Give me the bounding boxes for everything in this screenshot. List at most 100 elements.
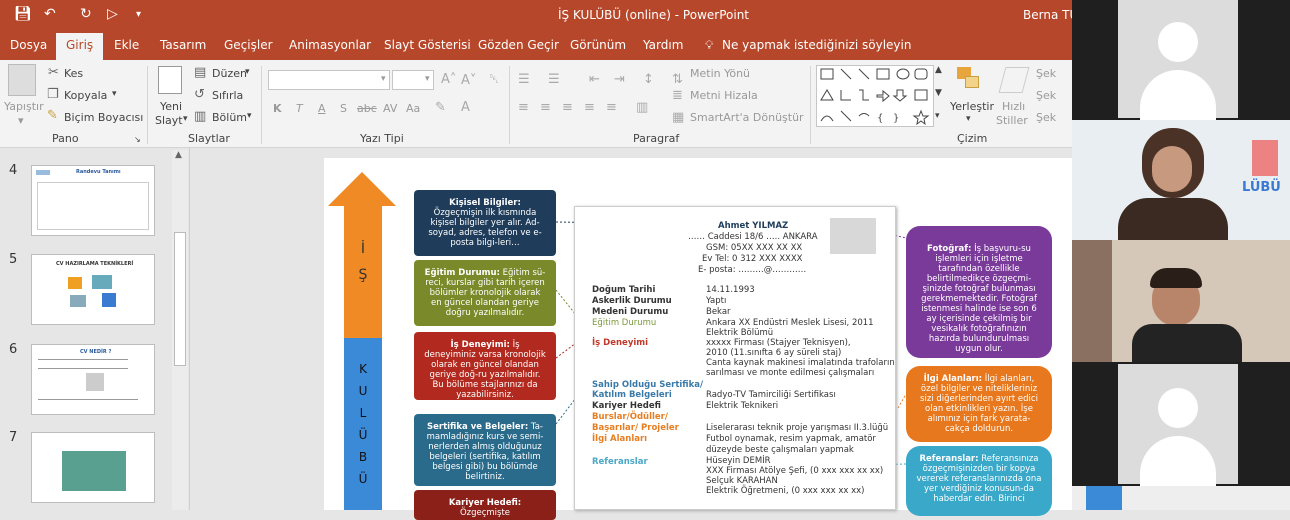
redo-icon[interactable]: ↻: [80, 6, 92, 22]
pill-egitim-durumu[interactable]: Eğitim Durumu: Eğitim sü-reci, kurslar g…: [414, 260, 556, 326]
arrange-button[interactable]: Yerleştir: [950, 100, 994, 113]
reset-button[interactable]: Sıfırla: [212, 89, 243, 102]
shapes-scroll-down-icon[interactable]: ▼: [935, 88, 942, 98]
tab-giris[interactable]: Giriş: [56, 33, 104, 60]
copy-dropdown-icon[interactable]: ▾: [112, 89, 117, 99]
format-painter-button[interactable]: Biçim Boyacısı: [64, 111, 143, 124]
align-right-icon[interactable]: ≡: [562, 100, 573, 115]
text-direction-button[interactable]: Metin Yönü: [690, 67, 750, 80]
scroll-thumb[interactable]: [174, 232, 186, 366]
align-center-icon[interactable]: ≡: [540, 100, 551, 115]
shrink-font-icon[interactable]: A˅: [461, 73, 476, 88]
grow-font-icon[interactable]: A˄: [441, 72, 456, 87]
smartart-button[interactable]: SmartArt'a Dönüştür: [690, 111, 804, 124]
pill-fotograf[interactable]: Fotoğraf: İş başvuru-su işlemleri için i…: [906, 226, 1052, 358]
pano-launcher-icon[interactable]: ↘: [134, 135, 141, 144]
section-button[interactable]: Bölüm: [212, 111, 247, 124]
justify-icon[interactable]: ≡: [584, 100, 595, 115]
pill-kariyer-hedefi[interactable]: Kariyer Hedefi: Özgeçmişte: [414, 490, 556, 520]
slide-thumbnail-7[interactable]: [31, 432, 155, 503]
align-left-icon[interactable]: ≡: [518, 100, 529, 115]
bold-button[interactable]: K: [273, 102, 282, 115]
tab-slayt-gosterisi[interactable]: Slayt Gösterisi: [384, 38, 471, 52]
save-icon[interactable]: 💾︎: [14, 6, 32, 22]
slide[interactable]: İ Ş K U L Ü B Ü Kişisel Bilgiler: Özgeçm…: [324, 158, 1072, 520]
pill-kisisel-bilgiler[interactable]: Kişisel Bilgiler: Özgeçmişin ilk kısmınd…: [414, 190, 556, 256]
tab-ekle[interactable]: Ekle: [114, 38, 139, 52]
paste-dropdown-icon[interactable]: ▾: [18, 114, 24, 127]
tab-gorunum[interactable]: Görünüm: [570, 38, 626, 52]
paste-button[interactable]: Yapıştır: [4, 100, 44, 113]
distribute-icon[interactable]: ≡: [606, 100, 617, 115]
strikethrough-button[interactable]: abc: [357, 102, 377, 115]
present-icon[interactable]: ▷: [107, 6, 118, 22]
italic-button[interactable]: T: [296, 102, 303, 115]
underline-button[interactable]: A: [318, 102, 326, 115]
layout-button[interactable]: Düzen: [212, 67, 247, 80]
copy-button[interactable]: Kopyala: [64, 89, 107, 102]
align-text-button[interactable]: Metni Hizala: [690, 89, 758, 102]
tab-gozden-gecir[interactable]: Gözden Geçir: [478, 38, 559, 52]
shapes-more-icon[interactable]: ▾: [935, 111, 940, 121]
undo-icon[interactable]: ↶: [44, 6, 56, 22]
arrange-dropdown-icon[interactable]: ▾: [966, 114, 971, 124]
tab-animasyonlar[interactable]: Animasyonlar: [289, 38, 371, 52]
group-label-cizim: Çizim: [957, 132, 988, 145]
shadow-button[interactable]: S: [340, 102, 347, 115]
highlight-icon[interactable]: ✎: [435, 100, 446, 115]
shape-fill-button[interactable]: Şek: [1036, 67, 1056, 80]
new-slide-button-line2[interactable]: Slayt: [155, 114, 183, 127]
tab-yardim[interactable]: Yardım: [643, 38, 683, 52]
section-dropdown-icon[interactable]: ▾: [247, 111, 252, 121]
tab-tasarim[interactable]: Tasarım: [160, 38, 206, 52]
columns-icon[interactable]: ▥: [636, 100, 648, 115]
bullets-icon[interactable]: ☰: [518, 72, 530, 87]
new-slide-dropdown-icon[interactable]: ▾: [183, 114, 188, 124]
font-color-icon[interactable]: A: [461, 100, 470, 115]
participant-tile-2[interactable]: LÜBÜ: [1072, 120, 1290, 240]
customize-icon[interactable]: ▾: [136, 9, 141, 20]
thumbnail-scrollbar[interactable]: ▲: [172, 150, 188, 510]
new-slide-button[interactable]: Yeni: [160, 100, 182, 113]
shapes-gallery[interactable]: { }: [816, 65, 934, 127]
pill-ilgi-alanlari[interactable]: İlgi Alanları: İlgi alanları, özel bilgi…: [906, 366, 1052, 442]
shape-outline-button[interactable]: Şek: [1036, 89, 1056, 102]
clear-format-icon[interactable]: ␡: [489, 72, 499, 87]
font-name-chevron-icon[interactable]: ▾: [381, 74, 386, 84]
scroll-up-icon[interactable]: ▲: [175, 150, 182, 160]
group-label-yazi-tipi: Yazı Tipi: [360, 132, 404, 145]
participant-hair: [1150, 268, 1202, 288]
participant-tile-4[interactable]: [1072, 362, 1290, 486]
participant-tile-3[interactable]: [1072, 240, 1290, 362]
change-case-button[interactable]: Aa: [406, 102, 420, 115]
pill-is-deneyimi[interactable]: İş Deneyimi: İş deneyiminiz varsa kronol…: [414, 332, 556, 400]
cv-name: Ahmet YILMAZ: [718, 221, 789, 231]
shapes-scroll-up-icon[interactable]: ▲: [935, 65, 942, 75]
tab-gecisler[interactable]: Geçişler: [224, 38, 273, 52]
cut-button[interactable]: Kes: [64, 67, 83, 80]
cv-label: Eğitim Durumu: [592, 318, 657, 328]
slide-thumbnail-6[interactable]: CV NEDİR ?: [31, 344, 155, 415]
format-painter-icon: ✎: [47, 108, 58, 123]
quick-styles-button[interactable]: Hızlı: [1002, 100, 1025, 113]
tell-me-search[interactable]: Ne yapmak istediğinizi söyleyin: [722, 38, 911, 52]
slide-thumbnail-5[interactable]: CV HAZIRLAMA TEKNİKLERİ: [31, 254, 155, 325]
tab-dosya[interactable]: Dosya: [10, 38, 47, 52]
font-size-chevron-icon[interactable]: ▾: [425, 74, 430, 84]
pill-referanslar[interactable]: Referanslar: Referansınıza özgeçmişinizd…: [906, 446, 1052, 516]
numbering-icon[interactable]: ☰: [548, 72, 560, 87]
cv-value: Elektrik Bölümü: [706, 328, 774, 338]
layout-dropdown-icon[interactable]: ▾: [245, 67, 250, 77]
line-spacing-icon[interactable]: ↕: [643, 72, 654, 87]
participant-tile-1[interactable]: [1072, 0, 1290, 120]
thumb-arrow-shape: [102, 293, 116, 307]
thumb-text-lines: [38, 399, 138, 403]
quick-styles-button-line2[interactable]: Stiller: [996, 114, 1028, 127]
increase-indent-icon[interactable]: ⇥: [614, 72, 625, 87]
decrease-indent-icon[interactable]: ⇤: [589, 72, 600, 87]
shape-effects-button[interactable]: Şek: [1036, 111, 1056, 124]
pill-sertifika[interactable]: Sertifika ve Belgeler: Ta-mamladığınız k…: [414, 414, 556, 486]
slide-thumbnail-4[interactable]: Randevu Tanımı: [31, 165, 155, 236]
font-name-dropdown[interactable]: [268, 70, 390, 90]
char-spacing-button[interactable]: AV: [383, 102, 397, 115]
